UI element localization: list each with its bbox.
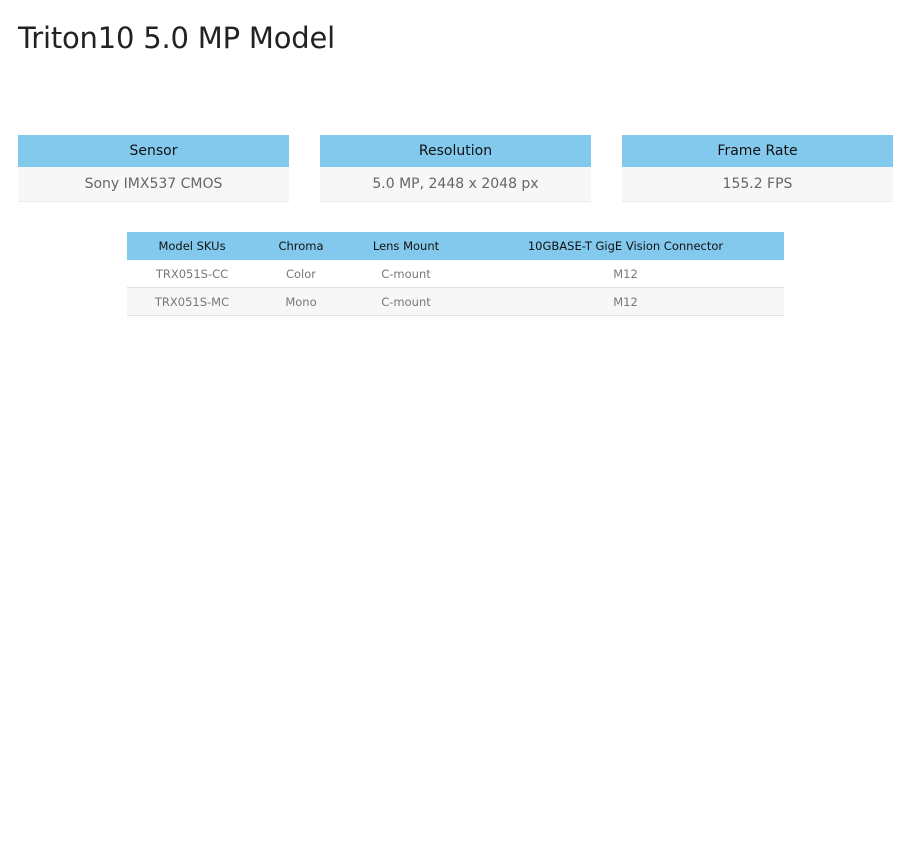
table-cell-connector: M12 [467,260,784,288]
table-header-row: Model SKUs Chroma Lens Mount 10GBASE-T G… [127,232,784,260]
page-title: Triton10 5.0 MP Model [18,21,335,55]
table-cell-lens-mount: C-mount [345,260,467,288]
spec-value: 155.2 FPS [622,167,893,202]
column-header-connector: 10GBASE-T GigE Vision Connector [467,232,784,260]
table-row: TRX051S-MC Mono C-mount M12 [127,287,784,316]
table-row: TRX051S-CC Color C-mount M12 [127,260,784,288]
column-header-model-skus: Model SKUs [127,232,257,260]
column-header-chroma: Chroma [257,232,345,260]
sku-table: Model SKUs Chroma Lens Mount 10GBASE-T G… [127,232,784,316]
spec-card-resolution: Resolution 5.0 MP, 2448 x 2048 px [320,135,591,202]
spec-label: Resolution [320,135,591,167]
spec-value: Sony IMX537 CMOS [18,167,289,202]
table-cell-connector: M12 [467,287,784,316]
column-header-lens-mount: Lens Mount [345,232,467,260]
spec-card-sensor: Sensor Sony IMX537 CMOS [18,135,289,202]
spec-value: 5.0 MP, 2448 x 2048 px [320,167,591,202]
page: Triton10 5.0 MP Model Sensor Sony IMX537… [0,0,915,854]
spec-label: Frame Rate [622,135,893,167]
spec-card-frame-rate: Frame Rate 155.2 FPS [622,135,893,202]
spec-label: Sensor [18,135,289,167]
table-cell-sku: TRX051S-MC [127,287,257,316]
table-cell-chroma: Mono [257,287,345,316]
table-cell-sku: TRX051S-CC [127,260,257,288]
table-cell-chroma: Color [257,260,345,288]
table-cell-lens-mount: C-mount [345,287,467,316]
